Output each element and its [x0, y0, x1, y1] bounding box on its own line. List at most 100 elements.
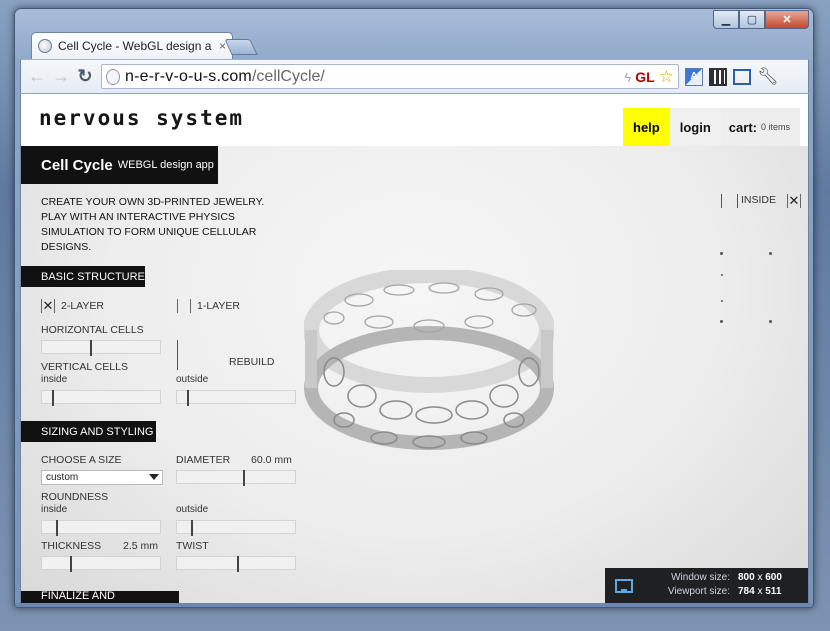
- globe-icon: [38, 39, 52, 53]
- page-viewport: nervous system help login cart: 0 items …: [20, 94, 809, 606]
- back-button[interactable]: ←: [25, 65, 49, 89]
- vertical-inside-label: inside: [41, 374, 68, 385]
- window-size-label: Window size:: [671, 572, 730, 583]
- roundness-inside-slider[interactable]: [41, 520, 161, 536]
- slider-handle[interactable]: [243, 470, 245, 486]
- inside-view-toggle[interactable]: ✕: [787, 194, 801, 208]
- site-logo[interactable]: nervous system: [39, 106, 244, 130]
- slider-handle[interactable]: [237, 556, 239, 572]
- arrow-left-icon: ←: [28, 66, 46, 86]
- view-toggle-divider[interactable]: [721, 194, 722, 208]
- omnibox-icons: ϟ GL ☆: [624, 67, 674, 87]
- url-path: /cellCycle/: [251, 67, 325, 85]
- vertical-inside-slider[interactable]: [41, 390, 161, 406]
- tab-title: Cell Cycle - WebGL design a: [58, 39, 212, 53]
- one-layer-toggle[interactable]: [177, 299, 191, 313]
- roundness-outside-label: outside: [176, 504, 209, 515]
- rebuild-button[interactable]: REBUILD: [229, 356, 275, 368]
- cart-count: 0 items: [760, 122, 790, 132]
- url-host: n-e-r-v-o-u-s.com: [125, 67, 252, 85]
- inside-toggle-divider[interactable]: [737, 194, 738, 208]
- thickness-slider[interactable]: [41, 556, 161, 572]
- browser-tab[interactable]: Cell Cycle - WebGL design a ×: [31, 32, 233, 59]
- two-layer-label: 2-LAYER: [61, 300, 104, 312]
- window-controls: ▁ ▢ ✕: [713, 10, 809, 29]
- window-size-value: 800 x 600: [738, 572, 782, 583]
- reload-icon: ↻: [77, 66, 93, 86]
- diameter-label: DIAMETER: [176, 454, 231, 466]
- diameter-slider[interactable]: [176, 470, 296, 486]
- minimize-button[interactable]: ▁: [713, 10, 739, 29]
- lightning-icon[interactable]: ϟ: [624, 70, 631, 85]
- roundness-inside-label: inside: [41, 504, 68, 515]
- viewport-size-row: Viewport size: 784 x 511: [664, 586, 796, 597]
- logo-text: nervous system: [39, 106, 245, 130]
- camera-dot[interactable]: [769, 320, 772, 323]
- cart-label: cart:: [728, 119, 757, 135]
- page-icon: [106, 68, 120, 85]
- camera-dot[interactable]: [720, 252, 723, 255]
- ring-3d-model[interactable]: [304, 270, 554, 460]
- viewport-size-value: 784 x 511: [738, 586, 782, 597]
- section-sizing-styling[interactable]: SIZING AND STYLING: [21, 421, 156, 442]
- intro-text: CREATE YOUR OWN 3D-PRINTED JEWELRY. PLAY…: [41, 196, 265, 253]
- inside-view-label[interactable]: INSIDE: [741, 194, 776, 206]
- diameter-value: 60.0 mm: [251, 454, 292, 466]
- slider-handle[interactable]: [191, 520, 193, 536]
- size-select[interactable]: custom: [41, 470, 163, 485]
- forward-button[interactable]: →: [49, 65, 73, 89]
- reload-button[interactable]: ↻: [73, 65, 97, 89]
- horizontal-cells-slider[interactable]: [41, 340, 161, 356]
- vertical-outside-slider[interactable]: [176, 390, 296, 406]
- roundness-label: ROUNDNESS: [41, 491, 109, 503]
- roundness-outside-slider[interactable]: [176, 520, 296, 536]
- gl-extension-icon[interactable]: GL: [635, 69, 654, 85]
- window-size-row: Window size: 800 x 600: [664, 572, 796, 583]
- address-bar[interactable]: n-e-r-v-o-u-s.com/cellCycle/ ϟ GL ☆: [101, 64, 679, 89]
- one-layer-label: 1-LAYER: [197, 300, 240, 312]
- qr-code-extension-icon[interactable]: [709, 67, 727, 86]
- help-link[interactable]: help: [623, 108, 670, 146]
- window-resizer-extension-icon[interactable]: [733, 68, 751, 85]
- slider-handle[interactable]: [70, 556, 72, 572]
- size-select-value: custom: [46, 472, 79, 483]
- app-title-bar: Cell Cycle WEBGL design app: [21, 146, 218, 184]
- app-name: Cell Cycle: [41, 156, 113, 174]
- camera-dot[interactable]: [769, 252, 772, 255]
- choose-size-label: CHOOSE A SIZE: [41, 454, 122, 466]
- horizontal-cells-label: HORIZONTAL CELLS: [41, 324, 144, 336]
- twist-label: TWIST: [176, 540, 209, 552]
- slider-handle[interactable]: [90, 340, 92, 356]
- cart-link[interactable]: cart: 0 items: [721, 108, 800, 146]
- login-link[interactable]: login: [669, 108, 721, 146]
- twist-slider[interactable]: [176, 556, 296, 572]
- bookmark-star-icon[interactable]: ☆: [659, 67, 674, 87]
- window-size-overlay: Window size: 800 x 600 Viewport size: 78…: [605, 568, 808, 606]
- section-basic-structure[interactable]: BASIC STRUCTURE: [21, 266, 145, 287]
- monitor-icon: [615, 579, 633, 593]
- site-nav: help login cart: 0 items: [623, 108, 800, 146]
- browser-toolbar: ← → ↻ n-e-r-v-o-u-s.com/cellCycle/ ϟ GL …: [20, 59, 809, 93]
- wrench-menu-icon[interactable]: 🔧︎: [757, 66, 779, 88]
- slider-handle[interactable]: [56, 520, 58, 536]
- slider-handle[interactable]: [187, 390, 189, 406]
- app-subtitle: WEBGL design app: [117, 159, 214, 171]
- viewport-size-label: Viewport size:: [667, 586, 730, 597]
- slider-handle[interactable]: [52, 390, 54, 406]
- thickness-value: 2.5 mm: [123, 540, 159, 552]
- divider: [177, 340, 178, 370]
- vertical-cells-label: VERTICAL CELLS: [41, 361, 128, 373]
- two-layer-toggle[interactable]: ✕: [41, 299, 55, 313]
- close-window-button[interactable]: ✕: [765, 10, 809, 29]
- window-bottom-frame: [15, 603, 813, 607]
- camera-dot[interactable]: [721, 274, 723, 276]
- chevron-down-icon: [149, 474, 159, 480]
- vertical-outside-label: outside: [176, 374, 209, 385]
- camera-dot[interactable]: [720, 320, 723, 323]
- camera-dot[interactable]: [721, 300, 723, 302]
- browser-window: ▁ ▢ ✕ Cell Cycle - WebGL design a × ← → …: [14, 8, 814, 608]
- arrow-right-icon: →: [52, 66, 70, 86]
- maximize-button[interactable]: ▢: [739, 10, 765, 29]
- thickness-label: THICKNESS: [41, 540, 102, 552]
- translate-extension-icon[interactable]: A: [685, 67, 703, 86]
